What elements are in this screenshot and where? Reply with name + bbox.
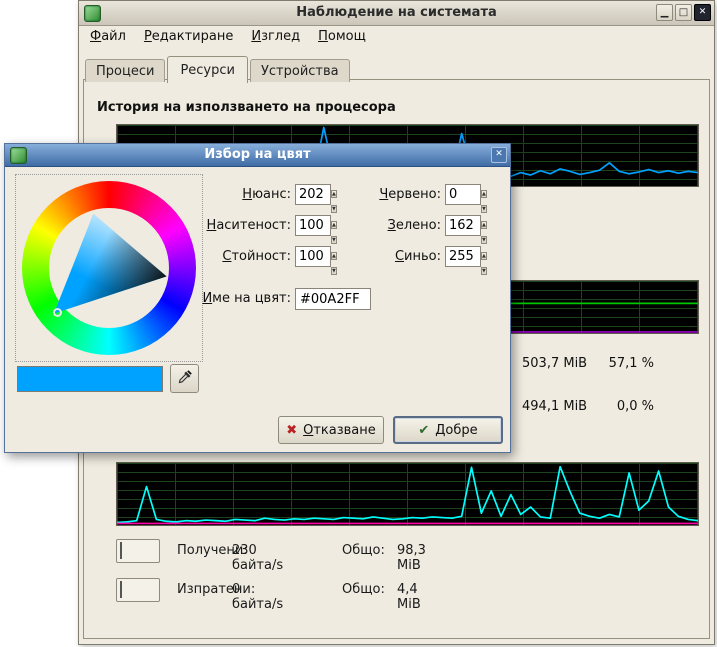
saturation-input[interactable] (295, 215, 331, 236)
swap-used-percent: 0,0 % (584, 399, 654, 414)
main-window-title: Наблюдение на системата (79, 5, 714, 20)
notebook-tabbar: Процеси Ресурси Устройства (85, 51, 352, 81)
spin-up-icon: ▲ (482, 253, 486, 259)
blue-spinner: ▲ ▼ (481, 246, 496, 267)
close-button[interactable]: ✕ (694, 4, 711, 21)
memory-used-value: 503,7 MiB (522, 356, 587, 371)
red-spin-down-button[interactable]: ▼ (481, 205, 487, 213)
blue-spin-down-button[interactable]: ▼ (481, 267, 487, 275)
spin-down-icon: ▼ (482, 268, 486, 274)
cancel-x-icon: ✖ (286, 424, 297, 437)
value-spinner: ▲ ▼ (331, 246, 346, 267)
eyedropper-icon (177, 369, 193, 389)
saturation-spin-down-button[interactable]: ▼ (331, 236, 337, 244)
spin-up-icon: ▲ (332, 191, 336, 197)
memory-used-percent: 57,1 % (584, 356, 654, 371)
maximize-icon: □ (679, 7, 688, 18)
received-total-label: Общо: (342, 543, 385, 558)
color-name-label: Име на цвят: (165, 291, 291, 306)
spin-up-icon: ▲ (482, 222, 486, 228)
ok-button[interactable]: ✔ Добре (393, 416, 503, 444)
red-spin-up-button[interactable]: ▲ (481, 190, 487, 198)
menu-file[interactable]: Файл (81, 26, 135, 48)
red-label: Червено: (357, 187, 441, 202)
hue-input[interactable] (295, 184, 331, 205)
color-name-input[interactable] (295, 288, 371, 310)
ok-check-icon: ✔ (418, 424, 429, 437)
sent-color-swatch (120, 581, 122, 598)
value-spin-up-button[interactable]: ▲ (331, 252, 337, 260)
red-spinner: ▲ ▼ (481, 184, 496, 205)
menu-help[interactable]: Помощ (309, 26, 375, 48)
value-label: Стойност: (165, 249, 291, 264)
color-preview-swatch (17, 366, 163, 392)
close-icon: ✕ (699, 7, 707, 17)
received-rate: 230 байта/s (232, 543, 283, 573)
blue-label: Синьо: (357, 249, 441, 264)
blue-input[interactable] (445, 246, 481, 267)
eyedropper-button[interactable] (170, 364, 199, 393)
spin-down-icon: ▼ (332, 206, 336, 212)
hue-label: Нюанс: (165, 187, 291, 202)
dialog-close-icon: ✕ (495, 149, 503, 159)
menubar: Файл Редактиране Изглед Помощ (81, 26, 712, 48)
color-picker-dialog: Избор на цвят ✕ Нюанс: ▲ ▼ Наситеност: ▲… (4, 143, 511, 453)
green-label: Зелено: (357, 218, 441, 233)
tab-devices[interactable]: Устройства (250, 59, 350, 82)
cpu-history-heading: История на използването на процесора (97, 100, 396, 115)
color-selector-marker (53, 308, 62, 317)
color-wheel-area (15, 174, 203, 362)
network-history-chart (116, 462, 699, 526)
spin-down-icon: ▼ (332, 268, 336, 274)
ok-button-label: Добре (435, 423, 477, 438)
green-spin-down-button[interactable]: ▼ (481, 236, 487, 244)
spin-down-icon: ▼ (482, 206, 486, 212)
dialog-close-button[interactable]: ✕ (491, 147, 507, 163)
spin-up-icon: ▲ (332, 253, 336, 259)
saturation-label: Наситеност: (165, 218, 291, 233)
spin-down-icon: ▼ (332, 237, 336, 243)
dialog-title: Избор на цвят (5, 147, 510, 162)
window-controls: ▁ □ ✕ (656, 4, 711, 21)
minimize-icon: ▁ (661, 7, 669, 18)
maximize-button[interactable]: □ (675, 4, 692, 21)
received-color-swatch (120, 542, 122, 559)
dialog-titlebar[interactable]: Избор на цвят ✕ (5, 144, 510, 167)
spin-up-icon: ▲ (332, 222, 336, 228)
green-spinner: ▲ ▼ (481, 215, 496, 236)
value-input[interactable] (295, 246, 331, 267)
sent-total-label: Общо: (342, 582, 385, 597)
received-color-button[interactable] (116, 539, 160, 563)
menu-view[interactable]: Изглед (242, 26, 309, 48)
green-input[interactable] (445, 215, 481, 236)
main-window-titlebar[interactable]: Наблюдение на системата ▁ □ ✕ (79, 1, 714, 26)
value-spin-down-button[interactable]: ▼ (331, 267, 337, 275)
hue-spinner: ▲ ▼ (331, 184, 346, 205)
swap-used-value: 494,1 MiB (522, 399, 587, 414)
sent-color-button[interactable] (116, 578, 160, 602)
saturation-spinner: ▲ ▼ (331, 215, 346, 236)
sent-total: 4,4 MiB (397, 582, 421, 612)
cancel-button-label: Отказване (303, 423, 376, 438)
blue-spin-up-button[interactable]: ▲ (481, 252, 487, 260)
red-input[interactable] (445, 184, 481, 205)
sent-rate: 0 байта/s (232, 582, 283, 612)
minimize-button[interactable]: ▁ (656, 4, 673, 21)
hue-spin-up-button[interactable]: ▲ (331, 190, 337, 198)
hue-spin-down-button[interactable]: ▼ (331, 205, 337, 213)
spin-up-icon: ▲ (482, 191, 486, 197)
tab-resources[interactable]: Ресурси (167, 56, 248, 83)
cancel-button[interactable]: ✖ Отказване (278, 416, 384, 444)
received-total: 98,3 MiB (397, 543, 426, 573)
saturation-spin-up-button[interactable]: ▲ (331, 221, 337, 229)
spin-down-icon: ▼ (482, 237, 486, 243)
green-spin-up-button[interactable]: ▲ (481, 221, 487, 229)
tab-processes[interactable]: Процеси (85, 59, 165, 82)
menu-edit[interactable]: Редактиране (135, 26, 242, 48)
